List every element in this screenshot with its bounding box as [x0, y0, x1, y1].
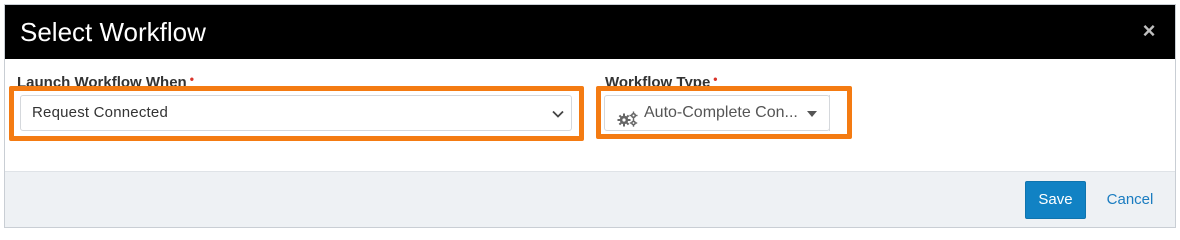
- gears-icon: [617, 106, 639, 127]
- required-marker: •: [189, 72, 194, 86]
- dialog-header: Select Workflow ×: [5, 5, 1175, 59]
- workflow-type-highlight: Auto-Complete Con...: [596, 86, 852, 139]
- save-button[interactable]: Save: [1025, 181, 1086, 219]
- close-icon[interactable]: ×: [1137, 19, 1161, 43]
- launch-workflow-selected-value: Request Connected: [32, 104, 168, 121]
- chevron-down-icon: [551, 96, 565, 130]
- dropdown-side-segment: [829, 95, 843, 131]
- workflow-type-selected-value: Auto-Complete Con...: [644, 104, 798, 121]
- dialog-footer: Save Cancel: [5, 171, 1175, 227]
- launch-workflow-highlight: Request Connected: [9, 86, 584, 141]
- caret-down-icon: [807, 111, 817, 117]
- launch-workflow-select[interactable]: Request Connected: [20, 95, 572, 131]
- required-marker: •: [713, 72, 718, 86]
- select-workflow-dialog: Select Workflow × Launch Workflow When • …: [4, 4, 1176, 228]
- cancel-button[interactable]: Cancel: [1099, 181, 1161, 219]
- dialog-title: Select Workflow: [20, 17, 206, 47]
- workflow-type-dropdown[interactable]: Auto-Complete Con...: [604, 95, 830, 131]
